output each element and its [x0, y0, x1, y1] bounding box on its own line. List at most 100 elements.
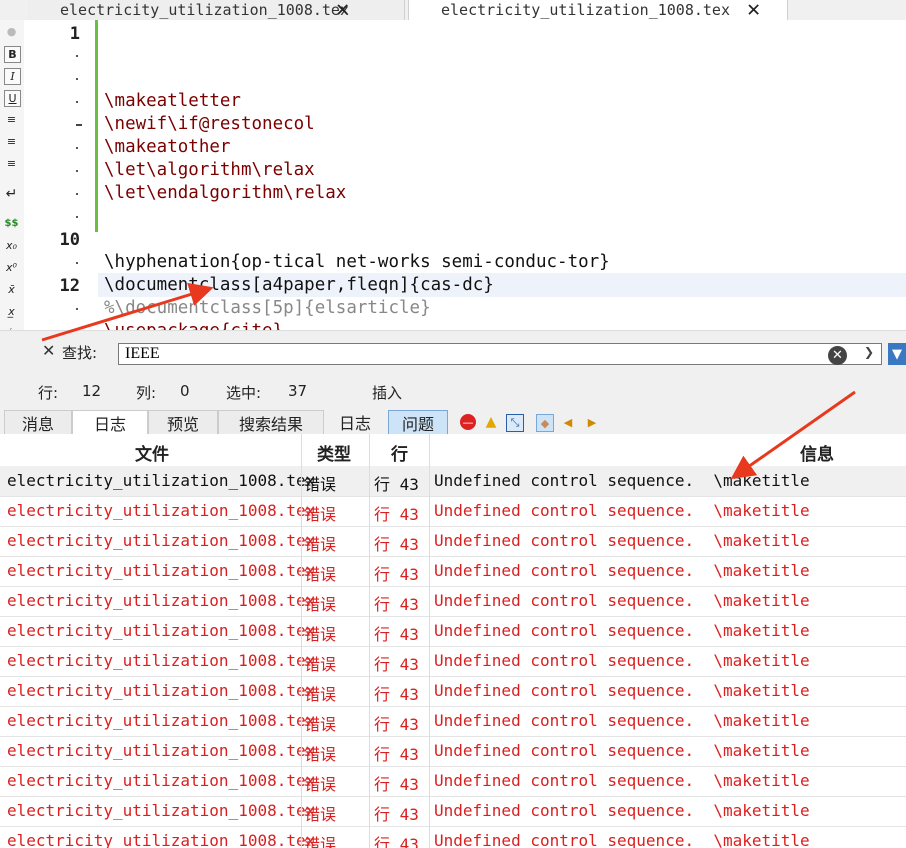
line-value: 12: [82, 382, 102, 400]
cell-type: 错误: [304, 535, 337, 554]
find-error-icon[interactable]: ◆: [536, 414, 554, 432]
table-row[interactable]: electricity_utilization_1008.tex 错误 行 43 Un…: [0, 586, 906, 617]
tab-search-results[interactable]: 搜索结果: [218, 410, 324, 435]
chevron-down-icon[interactable]: ❯: [864, 345, 874, 359]
cell-info: Undefined control sequence. \maketitle: [434, 561, 810, 580]
warning-filter-icon[interactable]: ▲: [483, 414, 499, 430]
close-find-icon[interactable]: ✕: [42, 341, 55, 360]
problems-table: 文件 类型 行 信息 electricity_utilization_1008.…: [0, 434, 906, 848]
column-divider: [301, 434, 302, 848]
cell-file: electricity_utilization_1008.tex: [7, 681, 316, 700]
cell-info: Undefined control sequence. \maketitle: [434, 741, 810, 760]
col-value: 0: [180, 382, 190, 400]
col-label: 列:: [136, 384, 157, 402]
line-number: 10: [59, 230, 80, 250]
selection-value: 37: [288, 382, 308, 400]
cell-type: 错误: [304, 685, 337, 704]
table-row[interactable]: electricity_utilization_1008.tex 错误 行 43 Un…: [0, 556, 906, 587]
underline-button[interactable]: U: [4, 90, 21, 107]
format-toolbar: ● B I U ≡ ≡ ≡ ↵ $$ x₀ x⁰ x̄ x̲ √x: [0, 20, 24, 342]
align-center-icon[interactable]: ≡: [4, 134, 19, 149]
log-view-button[interactable]: 日志: [326, 410, 384, 434]
cell-type: 错误: [304, 805, 337, 824]
table-row[interactable]: electricity_utilization_1008.tex 错误 行 43 Un…: [0, 616, 906, 647]
next-error-icon[interactable]: ▶: [584, 414, 600, 430]
column-divider: [369, 434, 370, 848]
table-row[interactable]: electricity_utilization_1008.tex 错误 行 43 Un…: [0, 826, 906, 848]
cell-file: electricity_utilization_1008.tex: [7, 711, 316, 730]
editor-tab-bar: electricity_utilization_1008.tex ✕ elect…: [0, 0, 906, 21]
cell-file: electricity_utilization_1008.tex: [7, 801, 316, 820]
code-line: \let\endalgorithm\relax: [104, 183, 347, 203]
cell-info: Undefined control sequence. \maketitle: [434, 771, 810, 790]
cell-line: 行 43: [374, 505, 419, 524]
cell-type: 错误: [304, 475, 337, 494]
column-type[interactable]: 类型: [317, 440, 351, 465]
cell-info: Undefined control sequence. \maketitle: [434, 621, 810, 640]
close-icon[interactable]: ✕: [747, 0, 760, 21]
cell-info: Undefined control sequence. \maketitle: [434, 471, 810, 490]
code-line-comment: %\documentclass[5p]{elsarticle}: [104, 298, 431, 318]
fraction-2-icon[interactable]: x̲: [4, 304, 19, 319]
line-label: 行:: [38, 384, 59, 402]
code-line: \hyphenation{op-tical net-works semi-con…: [104, 252, 610, 272]
cell-line: 行 43: [374, 715, 419, 734]
previous-error-icon[interactable]: ◀: [560, 414, 576, 430]
table-row[interactable]: electricity_utilization_1008.tex 错误 行 43 Un…: [0, 646, 906, 677]
error-filter-icon[interactable]: —: [460, 414, 476, 430]
fold-marker[interactable]: [76, 124, 82, 126]
tab-label: electricity_utilization_1008.tex: [60, 1, 349, 19]
table-row[interactable]: electricity_utilization_1008.tex 错误 行 43 Un…: [0, 676, 906, 707]
insert-mode: 插入: [372, 384, 403, 402]
table-row[interactable]: electricity_utilization_1008.tex 错误 行 43 Un…: [0, 766, 906, 797]
table-row[interactable]: electricity_utilization_1008.tex 错误 行 43 Un…: [0, 466, 906, 497]
problems-view-button[interactable]: 问题: [388, 410, 448, 436]
undo-icon[interactable]: ●: [4, 24, 19, 39]
cell-line: 行 43: [374, 475, 419, 494]
code-line: \usepackage{cite}: [104, 321, 283, 330]
table-row[interactable]: electricity_utilization_1008.tex 错误 行 43 Un…: [0, 526, 906, 557]
selection-label: 选中:: [226, 384, 262, 402]
cell-type: 错误: [304, 655, 337, 674]
editor-tab[interactable]: electricity_utilization_1008.tex ✕: [28, 0, 405, 21]
superscript-icon[interactable]: x⁰: [4, 260, 19, 275]
find-next-icon[interactable]: ▼: [888, 343, 906, 365]
cell-line: 行 43: [374, 775, 419, 794]
bold-button[interactable]: B: [4, 46, 21, 63]
math-mode-button[interactable]: $$: [4, 216, 19, 231]
cell-type: 错误: [304, 565, 337, 584]
tab-messages[interactable]: 消息: [4, 410, 72, 435]
table-row[interactable]: electricity_utilization_1008.tex 错误 行 43 Un…: [0, 796, 906, 827]
cell-file: electricity_utilization_1008.tex: [7, 741, 316, 760]
subscript-icon[interactable]: x₀: [4, 238, 19, 253]
cell-info: Undefined control sequence. \maketitle: [434, 711, 810, 730]
tab-log[interactable]: 日志: [72, 410, 148, 435]
clear-search-icon[interactable]: ✕: [828, 346, 847, 365]
cell-file: electricity_utilization_1008.tex: [7, 651, 316, 670]
find-label: 查找:: [62, 344, 98, 362]
table-row[interactable]: electricity_utilization_1008.tex 错误 行 43 Un…: [0, 706, 906, 737]
close-icon[interactable]: ✕: [336, 0, 349, 21]
table-row[interactable]: electricity_utilization_1008.tex 错误 行 43 Un…: [0, 736, 906, 767]
newline-icon[interactable]: ↵: [4, 186, 19, 202]
line-number: 1: [69, 24, 80, 44]
cell-file: electricity_utilization_1008.tex: [7, 621, 316, 640]
search-input[interactable]: IEEE: [118, 343, 882, 365]
editor-tab-active[interactable]: electricity_utilization_1008.tex ✕: [408, 0, 788, 21]
column-line[interactable]: 行: [391, 440, 408, 465]
align-left-icon[interactable]: ≡: [4, 112, 19, 127]
column-info[interactable]: 信息: [800, 440, 834, 465]
italic-button[interactable]: I: [4, 68, 21, 85]
cell-info: Undefined control sequence. \maketitle: [434, 651, 810, 670]
code-editor[interactable]: \makeatletter \newif\if@restonecol \make…: [98, 20, 906, 330]
column-divider: [429, 434, 430, 848]
cell-line: 行 43: [374, 565, 419, 584]
cell-file: electricity_utilization_1008.tex: [7, 531, 316, 550]
cell-file: electricity_utilization_1008.tex: [7, 831, 316, 848]
column-file[interactable]: 文件: [135, 440, 169, 465]
table-row[interactable]: electricity_utilization_1008.tex 错误 行 43 Un…: [0, 496, 906, 527]
tab-preview[interactable]: 预览: [148, 410, 218, 435]
align-right-icon[interactable]: ≡: [4, 156, 19, 171]
badbox-filter-icon[interactable]: ⤡: [506, 414, 524, 432]
fraction-icon[interactable]: x̄: [4, 282, 19, 297]
